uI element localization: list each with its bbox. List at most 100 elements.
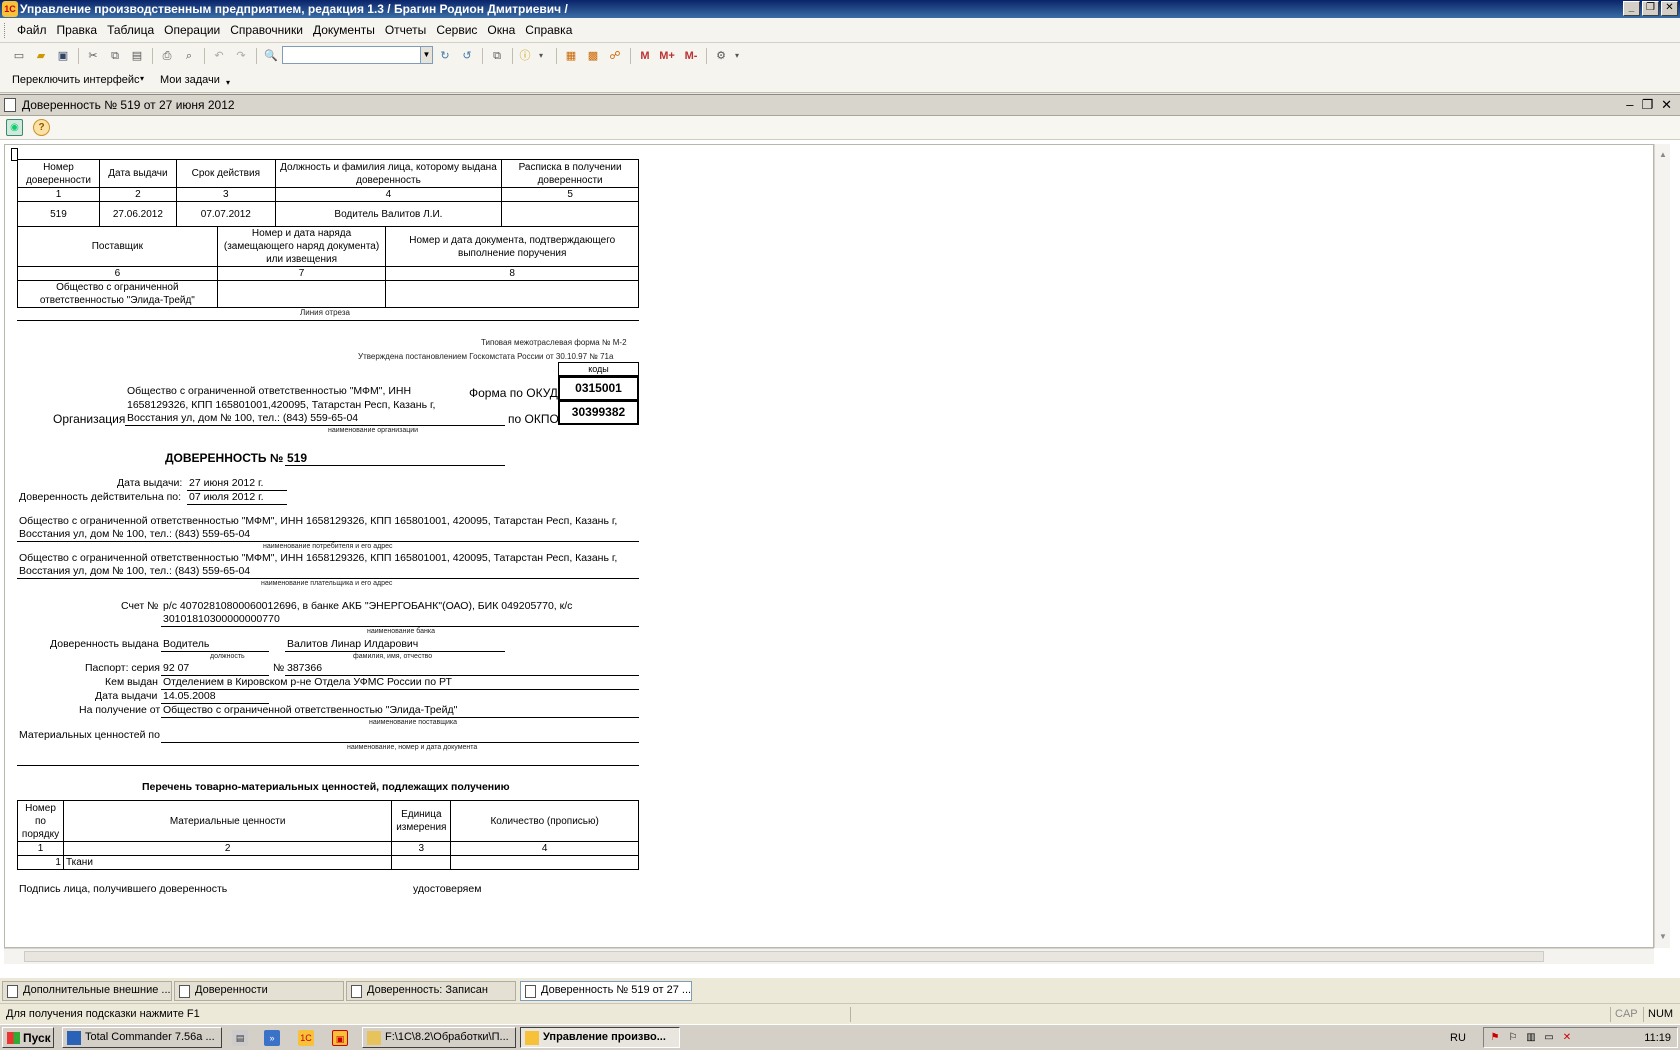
start-button[interactable]: Пуск	[2, 1027, 54, 1048]
search-next-icon[interactable]: ↻	[436, 47, 454, 65]
menu-windows[interactable]: Окна	[482, 23, 520, 37]
refresh-icon[interactable]: ◉	[6, 119, 23, 136]
tab-power-of-attorney-519[interactable]: Доверенность № 519 от 27 ...	[520, 981, 692, 1001]
print-preview-icon[interactable]: ⌕	[180, 47, 198, 65]
tab-powers-of-attorney[interactable]: Доверенности	[174, 981, 344, 1001]
vertical-scrollbar[interactable]: ▲ ▼	[1654, 144, 1670, 948]
stub-person-value: Водитель Валитов Л.И.	[274, 201, 503, 227]
stub-table-bottom: Поставщик Номер и дата наряда (замещающе…	[17, 226, 639, 308]
menu-catalogs[interactable]: Справочники	[225, 23, 308, 37]
users-icon[interactable]: ☍	[606, 47, 624, 65]
memory-plus-button[interactable]: M+	[656, 47, 678, 65]
menu-file[interactable]: Файл	[12, 23, 52, 37]
search-dropdown-icon[interactable]: ▼	[420, 46, 433, 64]
doc-restore-button[interactable]: ❐	[1641, 97, 1653, 113]
help-icon[interactable]: ?	[33, 119, 50, 136]
close-button[interactable]: ✕	[1661, 1, 1678, 16]
stub-order-value	[216, 280, 387, 308]
codes-header: коды	[558, 362, 639, 376]
materials-label: Материальных ценностей по	[19, 729, 160, 741]
restore-button[interactable]: ❐	[1642, 1, 1659, 16]
person-caption: фамилия, имя, отчество	[353, 653, 433, 660]
start-label: Пуск	[23, 1031, 51, 1045]
menu-reports[interactable]: Отчеты	[380, 23, 431, 37]
horizontal-scroll-thumb[interactable]	[24, 951, 1544, 962]
payer-caption: наименование плательщика и его адрес	[261, 580, 393, 587]
task-total-commander[interactable]: Total Commander 7.56a ...	[62, 1027, 222, 1048]
open-folder-icon[interactable]: ▰	[32, 47, 50, 65]
scroll-up-icon[interactable]: ▲	[1656, 148, 1670, 162]
cut-icon[interactable]: ✂	[84, 47, 102, 65]
memory-minus-button[interactable]: M-	[680, 47, 702, 65]
okpo-label: по ОКПО	[508, 412, 559, 426]
memory-button[interactable]: M	[636, 47, 654, 65]
display-icon[interactable]: ▭	[1542, 1031, 1556, 1045]
stub-num: 5	[501, 187, 639, 202]
minimize-button[interactable]: _	[1623, 1, 1640, 16]
flag-icon[interactable]: ⚐	[1506, 1031, 1520, 1045]
list-row-number: 1	[17, 855, 64, 870]
list-header-quantity: Количество (прописью)	[450, 800, 639, 842]
okpo-code: 30399382	[558, 400, 639, 425]
switch-interface-button[interactable]: Переключить интерфейс	[12, 74, 140, 86]
menu-service[interactable]: Сервис	[431, 23, 482, 37]
tab-external-processing[interactable]: Дополнительные внешние ...	[2, 981, 172, 1001]
doc-close-button[interactable]: ✕	[1661, 97, 1672, 113]
search-input[interactable]	[282, 46, 422, 64]
print-icon[interactable]: ⎙	[158, 47, 176, 65]
stub-header-order: Номер и дата наряда (замещающего наряд д…	[216, 226, 387, 267]
interface-bar: Переключить интерфейс ▾ Мои задачи ▾	[0, 69, 1680, 93]
network-tray-icon[interactable]: ▥	[1524, 1031, 1538, 1045]
my-tasks-button[interactable]: Мои задачи	[160, 74, 220, 86]
scroll-down-icon[interactable]: ▼	[1656, 930, 1670, 944]
windows-icon[interactable]: ⧉	[488, 47, 506, 65]
undo-icon[interactable]: ↶	[210, 47, 228, 65]
valid-to-value: 07 июля 2012 г.	[189, 491, 264, 503]
menu-table[interactable]: Таблица	[102, 23, 159, 37]
org-value-line2: 1658129326, КПП 165801001,420095, Татарс…	[127, 399, 436, 411]
stub-header-validity: Срок действия	[175, 159, 276, 188]
settings-dropdown-icon[interactable]: ▾	[728, 47, 746, 65]
horizontal-scrollbar[interactable]	[4, 948, 1654, 964]
find-icon[interactable]: 🔍	[262, 47, 280, 65]
redo-icon[interactable]: ↷	[232, 47, 250, 65]
volume-muted-icon[interactable]: ✕	[1560, 1031, 1574, 1045]
task-1c-enterprise[interactable]: Управление произво...	[520, 1027, 680, 1048]
valid-to-underline	[187, 504, 287, 505]
menu-edit[interactable]: Правка	[52, 23, 103, 37]
doc-minimize-button[interactable]: –	[1626, 97, 1633, 113]
stub-header-date: Дата выдачи	[98, 159, 177, 188]
security-icon[interactable]: ⚑	[1488, 1031, 1502, 1045]
person-value: Валитов Линар Илдарович	[287, 638, 419, 650]
calculator-icon[interactable]: ▩	[584, 47, 602, 65]
num-lock-indicator: NUM	[1648, 1008, 1674, 1020]
list-num: 1	[17, 841, 64, 856]
search-prev-icon[interactable]: ↺	[458, 47, 476, 65]
info-dropdown-icon[interactable]: ▾	[532, 47, 550, 65]
stub-header-number: Номер доверенности	[17, 159, 100, 188]
calendar-icon[interactable]: ▦	[562, 47, 580, 65]
1c-config-icon[interactable]: ▣	[332, 1030, 348, 1046]
switch-interface-dropdown-icon[interactable]: ▾	[140, 74, 144, 83]
network-icon[interactable]: ▤	[232, 1030, 248, 1046]
stub-date-value: 27.06.2012	[98, 201, 177, 227]
tab-power-of-attorney-saved[interactable]: Доверенность: Записан	[346, 981, 516, 1001]
print-form-sheet[interactable]: Номер доверенности Дата выдачи Срок дейс…	[4, 144, 1654, 948]
1c-icon[interactable]: 1С	[298, 1030, 314, 1046]
paste-icon[interactable]: ▤	[128, 47, 146, 65]
stub-header-supplier: Поставщик	[17, 226, 218, 267]
language-indicator[interactable]: RU	[1450, 1032, 1466, 1044]
position-caption: должность	[210, 653, 245, 660]
menu-operations[interactable]: Операции	[159, 23, 225, 37]
menu-documents[interactable]: Документы	[308, 23, 380, 37]
copy-icon[interactable]: ⧉	[106, 47, 124, 65]
powershell-icon[interactable]: »	[264, 1030, 280, 1046]
menu-help[interactable]: Справка	[520, 23, 577, 37]
consumer-line1: Общество с ограниченной ответственностью…	[19, 515, 618, 527]
my-tasks-dropdown-icon[interactable]: ▾	[226, 78, 230, 87]
consumer-caption: наименование потребителя и его адрес	[263, 543, 393, 550]
new-icon[interactable]: ▭	[10, 47, 28, 65]
save-icon[interactable]: ▣	[54, 47, 72, 65]
task-folder[interactable]: F:\1С\8.2\Обработки\П...	[362, 1027, 516, 1048]
status-hint: Для получения подсказки нажмите F1	[6, 1008, 200, 1020]
